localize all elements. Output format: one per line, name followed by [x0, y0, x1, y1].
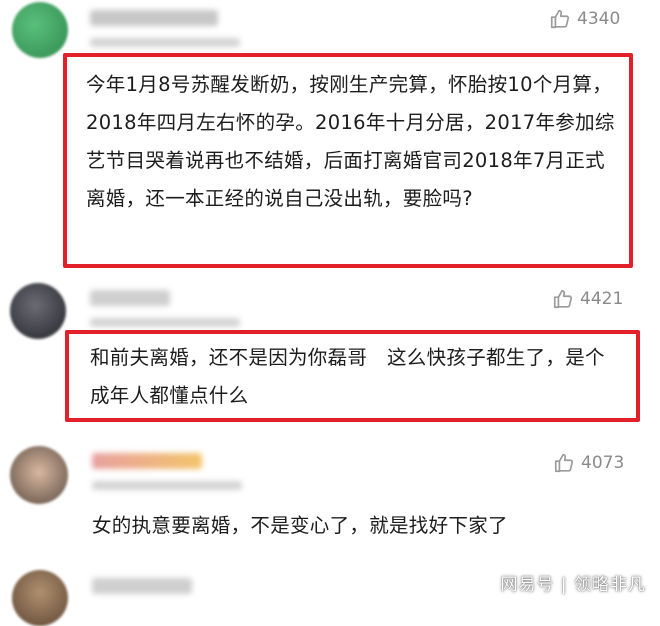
like-count: 4340 — [577, 9, 621, 29]
like-button[interactable]: 4421 — [552, 288, 623, 310]
username[interactable] — [90, 10, 218, 26]
watermark: 网易号 | 领略非凡 — [500, 575, 646, 595]
avatar[interactable] — [12, 570, 68, 626]
avatar[interactable] — [12, 2, 68, 58]
comment-meta — [92, 481, 242, 490]
comment-text: 女的执意要离婚，不是变心了，就是找好下家了 — [92, 514, 508, 537]
comment-text: 今年1月8号苏醒发断奶，按刚生产完算，怀胎按10个月算，2018年四月左右怀的孕… — [86, 73, 615, 210]
thumbs-up-icon — [553, 452, 575, 474]
like-count: 4073 — [581, 453, 625, 473]
like-button[interactable]: 4073 — [553, 452, 624, 474]
username[interactable] — [92, 578, 192, 594]
avatar[interactable] — [10, 283, 66, 339]
like-button[interactable]: 4340 — [549, 8, 620, 30]
thumbs-up-icon — [549, 8, 571, 30]
avatar[interactable] — [10, 446, 68, 504]
comment-meta — [90, 318, 240, 327]
comment-meta — [90, 38, 240, 47]
thumbs-up-icon — [552, 288, 574, 310]
username[interactable] — [92, 453, 202, 469]
username[interactable] — [90, 290, 170, 306]
like-count: 4421 — [580, 289, 624, 309]
comment-text: 和前夫离婚，还不是因为你磊哥 这么快孩子都生了，是个成年人都懂点什么 — [90, 346, 605, 407]
